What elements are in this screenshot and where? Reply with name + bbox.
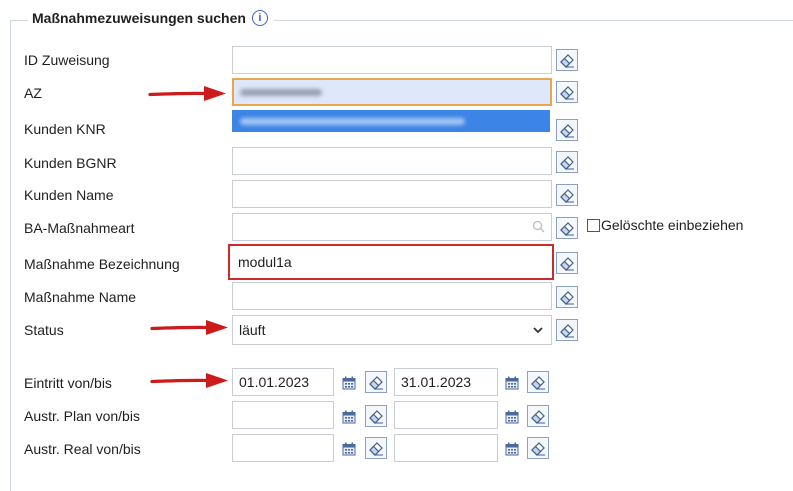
- austr-real-to-input[interactable]: [394, 434, 498, 462]
- kunden-name-input[interactable]: [232, 180, 552, 208]
- az-autocomplete-suggestion[interactable]: [232, 110, 550, 132]
- clear-austr-plan-from-eraser-icon[interactable]: [365, 405, 387, 427]
- clear-az-eraser-icon[interactable]: [556, 81, 578, 103]
- label-eintritt: Eintritt von/bis: [24, 375, 112, 391]
- label-massnahme-name: Maßnahme Name: [24, 289, 137, 305]
- search-icon[interactable]: [532, 220, 545, 233]
- arrow-status-annotation: [150, 318, 230, 338]
- kunden-bgnr-input[interactable]: [232, 147, 552, 175]
- arrow-az-annotation: [148, 84, 228, 104]
- clear-id-zuweisung-eraser-icon[interactable]: [556, 49, 578, 71]
- calendar-icon[interactable]: [505, 376, 519, 390]
- az-input[interactable]: [232, 78, 552, 106]
- calendar-icon[interactable]: [505, 442, 519, 456]
- id-zuweisung-input[interactable]: [232, 46, 552, 74]
- chevron-down-icon: [533, 327, 543, 334]
- label-kunden-name: Kunden Name: [24, 187, 114, 203]
- eintritt-to-input[interactable]: 31.01.2023: [394, 368, 498, 396]
- calendar-icon[interactable]: [342, 410, 356, 424]
- ba-massnahmeart-input[interactable]: [232, 213, 552, 241]
- austr-real-from-input[interactable]: [232, 434, 334, 462]
- arrow-eintritt-annotation: [150, 371, 230, 391]
- austr-plan-from-input[interactable]: [232, 401, 334, 429]
- clear-kunden-bgnr-eraser-icon[interactable]: [556, 151, 578, 173]
- calendar-icon[interactable]: [342, 376, 356, 390]
- label-status: Status: [24, 322, 64, 338]
- info-icon[interactable]: i: [251, 10, 268, 26]
- calendar-icon[interactable]: [505, 410, 519, 424]
- clear-austr-plan-to-eraser-icon[interactable]: [527, 405, 549, 427]
- label-ba-massnahmeart: BA-Maßnahmeart: [24, 220, 135, 236]
- label-kunden-knr: Kunden KNR: [24, 121, 106, 137]
- fieldset-legend: Maßnahmezuweisungen suchen i: [28, 10, 274, 26]
- az-suggestion-redacted: [240, 117, 465, 125]
- clear-kunden-knr-eraser-icon[interactable]: [556, 119, 578, 141]
- eintritt-from-input[interactable]: 01.01.2023: [232, 368, 334, 396]
- status-selected-value: läuft: [239, 322, 266, 338]
- clear-eintritt-to-eraser-icon[interactable]: [527, 371, 549, 393]
- label-az: AZ: [24, 85, 42, 101]
- legend-title: Maßnahmezuweisungen suchen: [32, 10, 246, 26]
- geloeschte-einbeziehen-checkbox[interactable]: [587, 219, 600, 232]
- label-massnahme-bezeichnung: Maßnahme Bezeichnung: [24, 256, 180, 272]
- label-austr-plan: Austr. Plan von/bis: [24, 408, 140, 424]
- massnahme-bezeichnung-input[interactable]: modul1a: [228, 244, 554, 280]
- clear-austr-real-from-eraser-icon[interactable]: [365, 437, 387, 459]
- clear-austr-real-to-eraser-icon[interactable]: [527, 437, 549, 459]
- geloeschte-einbeziehen-label: Gelöschte einbeziehen: [601, 217, 744, 233]
- austr-plan-to-input[interactable]: [394, 401, 498, 429]
- calendar-icon[interactable]: [342, 442, 356, 456]
- clear-kunden-name-eraser-icon[interactable]: [556, 184, 578, 206]
- label-kunden-bgnr: Kunden BGNR: [24, 155, 117, 171]
- status-select[interactable]: läuft: [232, 315, 552, 345]
- az-redacted-value: [240, 88, 322, 96]
- clear-status-eraser-icon[interactable]: [556, 319, 578, 341]
- clear-ba-massnahmeart-eraser-icon[interactable]: [556, 217, 578, 239]
- label-austr-real: Austr. Real von/bis: [24, 441, 141, 457]
- massnahme-name-input[interactable]: [232, 282, 552, 310]
- label-id-zuweisung: ID Zuweisung: [24, 52, 110, 68]
- clear-massnahme-bezeichnung-eraser-icon[interactable]: [556, 252, 578, 274]
- clear-massnahme-name-eraser-icon[interactable]: [556, 286, 578, 308]
- clear-eintritt-from-eraser-icon[interactable]: [365, 371, 387, 393]
